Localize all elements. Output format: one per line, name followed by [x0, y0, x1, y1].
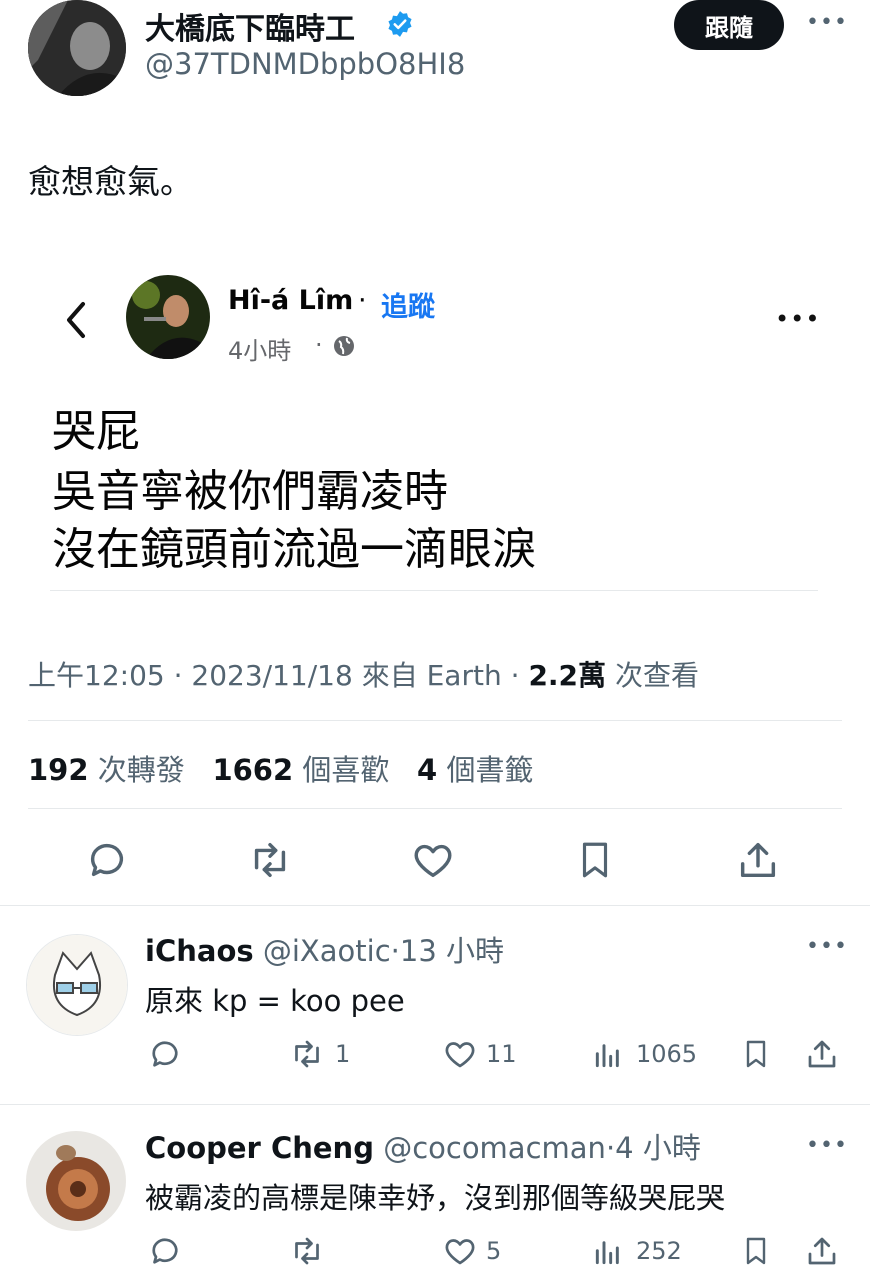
embedded-line-1: 哭屁 [52, 406, 140, 457]
reply-item[interactable]: Cooper Cheng @cocomacman·4 小時 ••• 被霸凌的高標… [0, 1105, 870, 1285]
views-count: 2.2萬 [528, 659, 607, 692]
reply-more-icon[interactable]: ••• [806, 1133, 848, 1158]
views-icon[interactable] [592, 1235, 624, 1269]
embedded-author-name: Hî-á Lîm [228, 285, 354, 316]
likes-count: 1662 [212, 753, 294, 787]
embedded-divider [50, 590, 818, 591]
reply-icon[interactable] [147, 1036, 183, 1072]
globe-icon [334, 336, 354, 356]
retweets-label: 次轉發 [97, 753, 185, 787]
tweet-time[interactable]: 上午12:05 [28, 659, 165, 692]
reply-retweet-count: 1 [335, 1040, 351, 1068]
reply-avatar[interactable] [26, 1131, 126, 1231]
embedded-line-3: 沒在鏡頭前流過一滴眼淚 [52, 524, 536, 575]
divider [28, 808, 842, 809]
tweet-stats: 192 次轉發 1662 個喜歡 4 個書籤 [28, 747, 533, 789]
like-icon[interactable] [410, 837, 456, 883]
tweet-source: 來自 Earth [361, 659, 502, 692]
reply-like-count: 11 [486, 1040, 517, 1068]
share-icon[interactable] [735, 837, 781, 883]
bookmarks-count: 4 [417, 753, 438, 787]
divider [28, 720, 842, 721]
bookmark-icon[interactable] [740, 1036, 772, 1072]
reply-text: 原來 kp = koo pee [145, 984, 405, 1018]
embedded-time: 4小時 [228, 337, 292, 365]
bookmarks-label: 個書籤 [446, 753, 534, 787]
bookmarks-stat[interactable]: 4 個書籤 [417, 753, 533, 787]
likes-stat[interactable]: 1662 個喜歡 [212, 753, 398, 787]
embedded-time-dot: · [315, 331, 323, 359]
more-options-icon[interactable]: ••• [806, 10, 848, 35]
like-icon[interactable] [442, 1036, 478, 1072]
reply-more-icon[interactable]: ••• [806, 934, 848, 959]
reply-author-name[interactable]: Cooper Cheng [145, 1131, 374, 1165]
tweet-date[interactable]: 2023/11/18 [191, 659, 352, 692]
likes-label: 個喜歡 [302, 753, 390, 787]
reply-view-count: 1065 [636, 1040, 698, 1068]
embedded-more-icon: ••• [775, 305, 821, 333]
back-chevron-icon [67, 302, 85, 338]
embedded-line-2: 吳音寧被你們霸凌時 [52, 466, 448, 517]
tweet-meta: 上午12:05 · 2023/11/18 來自 Earth · 2.2萬 次查看 [28, 654, 699, 694]
reply-author-handle: @cocomacman [383, 1131, 606, 1165]
author-avatar[interactable] [28, 0, 126, 96]
embedded-avatar [126, 275, 210, 359]
author-handle: @37TDNMDbpbO8HI8 [145, 47, 466, 81]
share-icon[interactable] [804, 1233, 840, 1269]
meta-separator: · [173, 659, 183, 692]
share-icon[interactable] [804, 1036, 840, 1072]
reply-item[interactable]: iChaos @iXaotic·13 小時 ••• 原來 kp = koo pe… [0, 906, 870, 1102]
bookmark-icon[interactable] [740, 1233, 772, 1269]
views-icon[interactable] [592, 1038, 624, 1072]
reply-author-handle: @iXaotic [262, 934, 391, 968]
views-label: 次查看 [614, 659, 699, 692]
reply-text: 被霸凌的高標是陳幸妤，沒到那個等級哭屁哭 [145, 1181, 726, 1215]
author-name[interactable]: 大橋底下臨時工 [145, 4, 355, 48]
reply-view-count: 252 [636, 1237, 682, 1265]
embedded-post[interactable]: Hî-á Lîm · 追蹤 4小時 · ••• 哭屁 吳音寧被你們霸凌時 沒在鏡… [28, 255, 842, 605]
reply-icon[interactable] [84, 837, 130, 883]
tweet-text: 愈想愈氣。 [28, 162, 193, 201]
embedded-follow-link[interactable]: 追蹤 [381, 285, 435, 324]
embedded-separator: · [358, 285, 367, 316]
reply-icon[interactable] [147, 1233, 183, 1269]
reply-author-name[interactable]: iChaos [145, 934, 254, 968]
retweet-icon[interactable] [246, 837, 294, 883]
retweets-count: 192 [28, 753, 89, 787]
retweet-icon[interactable] [288, 1233, 326, 1269]
reply-time: ·4 小時 [605, 1131, 701, 1165]
reply-avatar[interactable] [26, 934, 128, 1036]
reply-time: ·13 小時 [390, 934, 504, 968]
reply-like-count: 5 [486, 1237, 502, 1265]
retweet-icon[interactable] [288, 1036, 326, 1072]
meta-separator: · [510, 659, 520, 692]
verified-badge-icon [388, 11, 412, 37]
follow-button[interactable]: 跟隨 [674, 0, 784, 50]
bookmark-icon[interactable] [574, 837, 616, 883]
like-icon[interactable] [442, 1233, 478, 1269]
retweets-stat[interactable]: 192 次轉發 [28, 753, 194, 787]
